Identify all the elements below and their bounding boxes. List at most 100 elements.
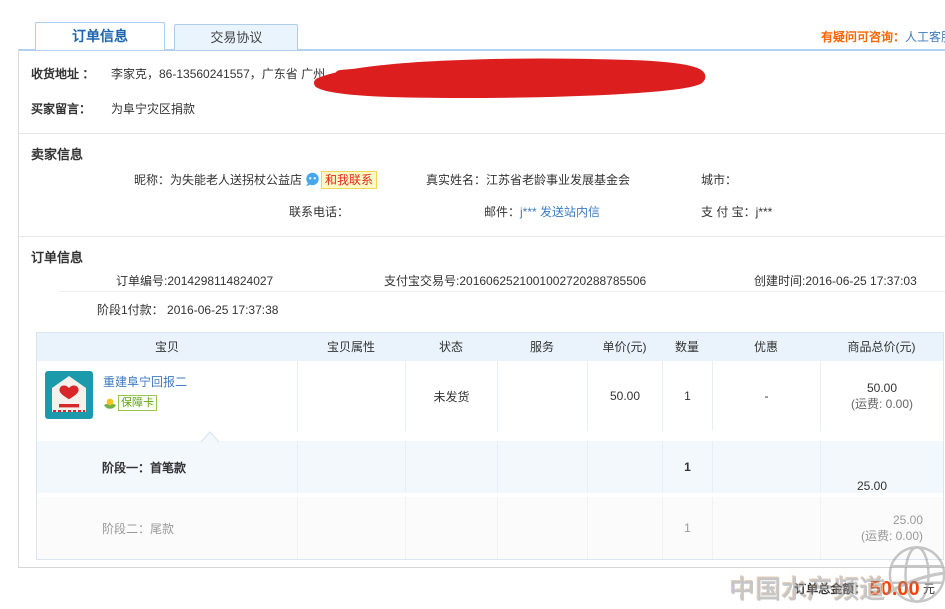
stage1-payment-time: 阶段1付款： 2016-06-25 17:37:38 [97,301,278,318]
customer-service-link[interactable]: 人工客服 [905,30,945,44]
seller-info-heading: 卖家信息 [31,144,83,163]
stage1-qty-cell: 1 [662,441,712,493]
seller-realname: 真实姓名：江苏省老龄事业发展基金会 [426,171,630,188]
stage2-total-cell: 25.00 (运费: 0.00) [820,497,943,559]
stage1-empty-cell [587,441,662,493]
shipping-address-label: 收货地址 ： [31,65,94,82]
guarantee-card-badge[interactable]: 保障卡 [103,395,157,411]
order-items-table: 宝贝 宝贝属性 状态 服务 单价(元) 数量 优惠 商品总价(元) [36,332,944,560]
product-shipping-fee: (运费: 0.00) [851,395,913,412]
seller-alipay: 支 付 宝：j*** [701,203,772,220]
order-divider [59,291,945,292]
buyer-note-label: 买家留言： [31,100,91,117]
help-prefix-text: 有疑问可咨询： [821,30,905,44]
content-panel: 收货地址 ： 李家克，86-13560241557，广东省 广州 买家留言： 为… [18,49,945,568]
trade-number-label: 支付宝交易号: [384,274,459,288]
order-total-amount: 50.00 [870,578,920,600]
stage2-empty-cell [405,497,497,559]
stage1-row: 阶段一：首笔款 1 25.00 [37,441,943,493]
row-gap [37,431,943,441]
stage1-payment-value: 2016-06-25 17:37:38 [167,303,278,317]
product-qty-cell: 1 [662,361,712,431]
shipping-address-value: 李家克，86-13560241557，广东省 广州 [111,65,325,82]
section-divider [19,236,945,237]
contact-me-badge[interactable]: 和我联系 [321,171,377,189]
trade-number-value: 2016062521001002720288785506 [459,274,646,288]
product-total-cell: 50.00 (运费: 0.00) [820,361,943,431]
nickname-label: 昵称： [134,173,170,187]
order-info-heading: 订单信息 [31,247,83,266]
order-detail-page: 订单信息 交易协议 有疑问可咨询：人工客服 收货地址 ： 李家克，86-1356… [0,0,945,609]
seller-phone: 联系电话： [289,203,349,220]
order-total-unit: 元 [923,582,935,596]
col-header-status: 状态 [405,333,497,361]
product-name-link[interactable]: 重建阜宁回报二 [103,373,187,390]
stage1-empty-cell [712,441,820,493]
stage1-empty-cell [405,441,497,493]
created-label: 创建时间: [754,274,805,288]
col-header-discount: 优惠 [712,333,820,361]
stage1-empty-cell [297,441,405,493]
seller-nickname: 昵称：为失能老人送拐杖公益店 和我联系 [134,171,377,189]
tab-bar: 订单信息 交易协议 [35,22,298,50]
email-label: 邮件： [484,205,520,219]
order-number-label: 订单编号: [116,274,167,288]
stage2-empty-cell [587,497,662,559]
seller-city: 城市： [701,171,737,188]
col-header-unit-price: 单价(元) [587,333,662,361]
section-divider [19,133,945,134]
seller-email: 邮件：j*** 发送站内信 [484,203,600,220]
product-service-cell [497,361,587,431]
buyer-note-value: 为阜宁灾区捐款 [111,100,195,117]
col-header-attributes: 宝贝属性 [297,333,405,361]
col-header-service: 服务 [497,333,587,361]
wangwang-icon[interactable] [305,172,320,187]
alipay-trade-number: 支付宝交易号:2016062521001002720288785506 [384,272,646,289]
stage1-payment-label: 阶段1付款： [97,303,164,317]
stage2-total-amount: 25.00 [893,513,923,527]
nickname-value: 为失能老人送拐杖公益店 [170,173,302,187]
help-hint: 有疑问可咨询：人工客服 [821,28,945,45]
send-message-link[interactable]: 发送站内信 [540,205,600,219]
product-text-block: 重建阜宁回报二 保障卡 [103,371,187,413]
stage2-empty-cell [712,497,820,559]
product-total-amount: 50.00 [867,381,897,395]
product-thumbnail[interactable] [45,371,93,419]
realname-value: 江苏省老龄事业发展基金会 [486,173,630,187]
realname-label: 真实姓名： [426,173,486,187]
tab-trade-agreement[interactable]: 交易协议 [174,24,298,50]
redaction-scribble [301,57,721,101]
tab-order-info[interactable]: 订单信息 [35,22,165,50]
stage2-qty-cell: 1 [662,497,712,559]
table-header-row: 宝贝 宝贝属性 状态 服务 单价(元) 数量 优惠 商品总价(元) [37,333,943,361]
stage1-total-cell: 25.00 [820,441,943,493]
order-number-value: 2014298114824027 [167,274,273,288]
stage2-row: 阶段二：尾款 1 25.00 (运费: 0.00) [37,497,943,559]
phone-label: 联系电话： [289,205,349,219]
product-row: 重建阜宁回报二 保障卡 未发货 50.00 1 - [37,361,943,431]
alipay-masked: j*** [756,205,773,219]
product-discount-cell: - [712,361,820,431]
col-header-quantity: 数量 [662,333,712,361]
col-header-item: 宝贝 [37,333,297,361]
order-total: 订单总金额： 50.00 元 [794,578,935,601]
product-price-cell: 50.00 [587,361,662,431]
stage1-label-cell: 阶段一：首笔款 [37,441,297,493]
email-masked: j*** [520,205,537,219]
guarantee-card-icon [103,396,117,410]
product-cell: 重建阜宁回报二 保障卡 [37,361,297,431]
stage2-empty-cell [497,497,587,559]
stage1-empty-cell [497,441,587,493]
created-value: 2016-06-25 17:37:03 [805,274,916,288]
callout-arrow [202,433,218,442]
stage2-label-cell: 阶段二：尾款 [37,497,297,559]
city-label: 城市： [701,173,737,187]
alipay-label: 支 付 宝： [701,205,756,219]
guarantee-card-label: 保障卡 [118,395,157,411]
product-status-cell: 未发货 [405,361,497,431]
created-time: 创建时间:2016-06-25 17:37:03 [754,272,917,289]
order-number: 订单编号:2014298114824027 [116,272,273,289]
order-total-label: 订单总金额： [794,582,866,596]
stage2-empty-cell [297,497,405,559]
col-header-total: 商品总价(元) [820,333,943,361]
